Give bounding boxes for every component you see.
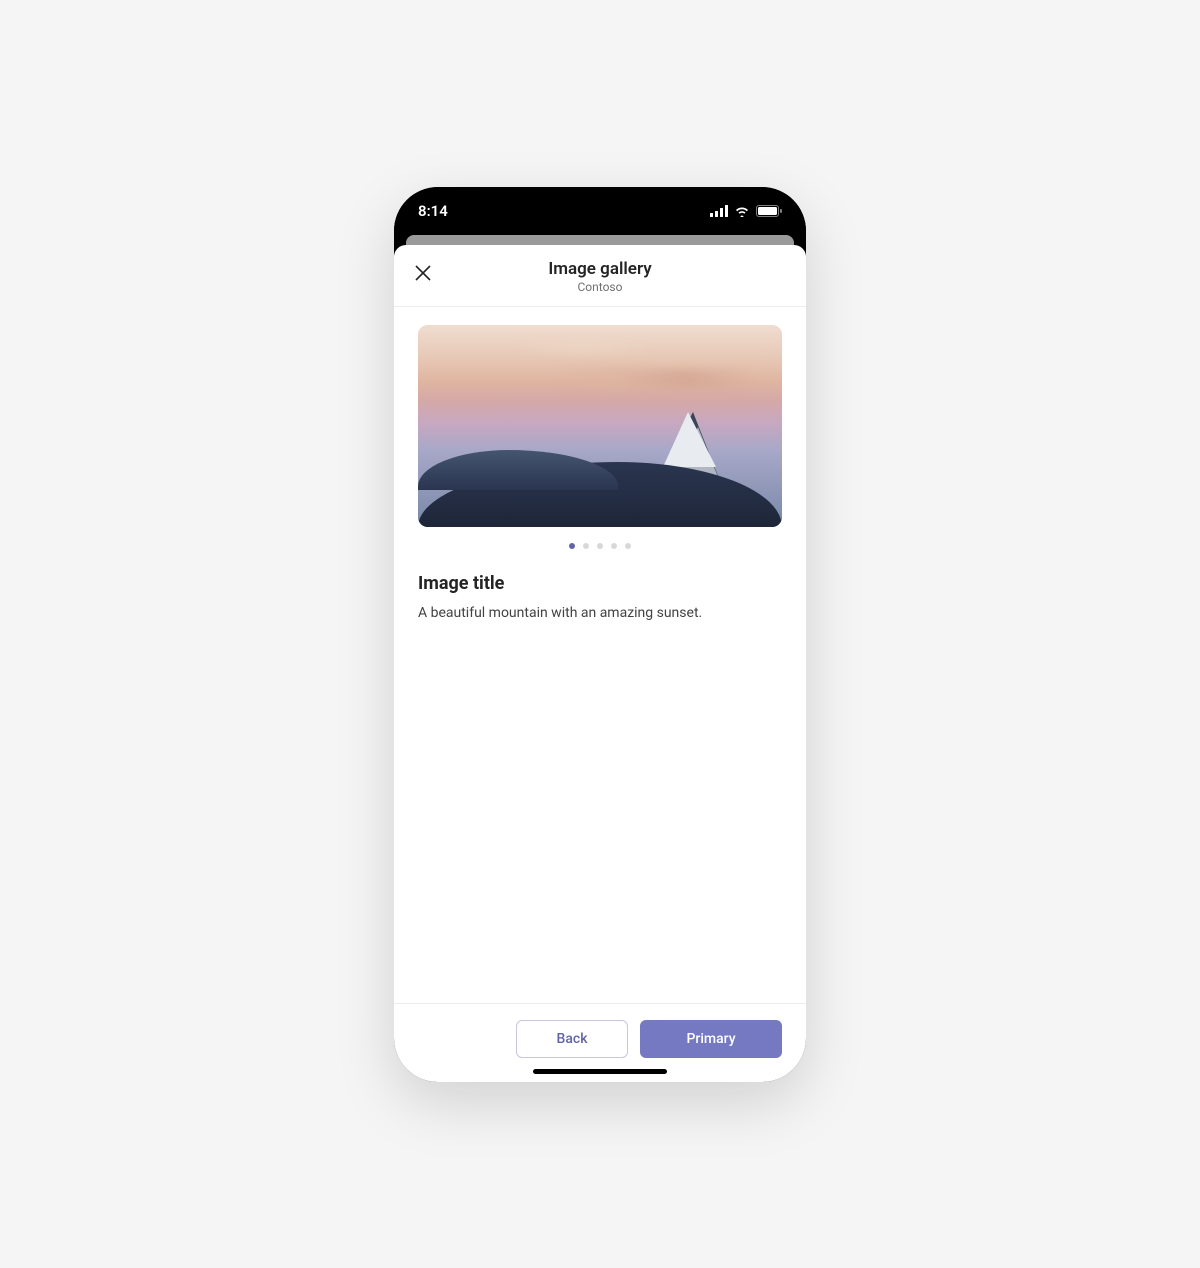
sheet-header: Image gallery Contoso bbox=[394, 245, 806, 307]
pagination-dot-2[interactable] bbox=[583, 543, 589, 549]
back-button-label: Back bbox=[557, 1031, 588, 1047]
image-title: Image title bbox=[418, 573, 782, 594]
wifi-icon bbox=[734, 205, 750, 217]
pagination-dot-3[interactable] bbox=[597, 543, 603, 549]
signal-icon bbox=[710, 205, 728, 217]
back-button[interactable]: Back bbox=[516, 1020, 628, 1058]
status-time: 8:14 bbox=[418, 202, 448, 220]
page-title: Image gallery bbox=[410, 259, 790, 279]
pagination-dot-4[interactable] bbox=[611, 543, 617, 549]
primary-button-label: Primary bbox=[686, 1031, 735, 1047]
pagination-dots bbox=[418, 543, 782, 549]
gallery-image[interactable] bbox=[418, 325, 782, 527]
home-indicator[interactable] bbox=[533, 1069, 667, 1074]
pagination-dot-1[interactable] bbox=[569, 543, 575, 549]
image-description: A beautiful mountain with an amazing sun… bbox=[418, 604, 782, 624]
modal-sheet: Image gallery Contoso bbox=[394, 245, 806, 1082]
backdrop-sheet bbox=[406, 235, 794, 245]
status-icons bbox=[710, 205, 782, 217]
phone-frame: 8:14 bbox=[394, 187, 806, 1082]
status-bar: 8:14 bbox=[394, 187, 806, 235]
close-icon bbox=[414, 264, 432, 282]
pagination-dot-5[interactable] bbox=[625, 543, 631, 549]
image-illustration bbox=[418, 325, 782, 527]
primary-button[interactable]: Primary bbox=[640, 1020, 782, 1058]
header-titles: Image gallery Contoso bbox=[410, 259, 790, 294]
page-subtitle: Contoso bbox=[410, 280, 790, 294]
battery-icon bbox=[756, 205, 782, 217]
close-button[interactable] bbox=[410, 260, 436, 290]
sheet-content: Image title A beautiful mountain with an… bbox=[394, 307, 806, 1003]
